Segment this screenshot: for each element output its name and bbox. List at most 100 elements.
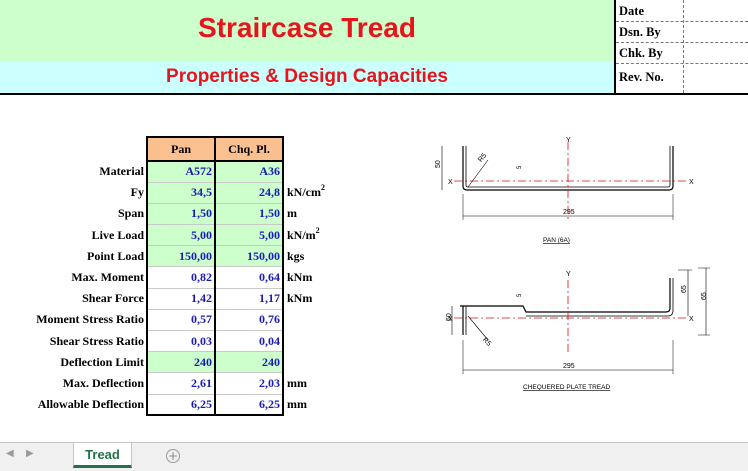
pan-height-dimension: 50 [435, 160, 442, 168]
next-sheet-icon[interactable]: ▶ [26, 448, 40, 459]
unit-cell [283, 331, 327, 352]
unit-text: kNm [287, 291, 313, 306]
plate-caption: CHEQUERED PLATE TREAD [523, 384, 610, 391]
pan-value-cell[interactable]: 150,00 [146, 245, 216, 268]
table-row: Material A572 A36 [20, 161, 327, 183]
date-label: Date [619, 4, 644, 18]
table-header-row: Pan Chq. Pl. [20, 136, 327, 162]
table-row: Fy 34,5 24,8 kN/cm2 [20, 182, 327, 204]
unit-cell: kN/m2 [283, 225, 327, 246]
unit-text: kN/cm [287, 185, 321, 200]
table-row: Shear Force 1,42 1,17 kNm [20, 288, 327, 310]
unit-text: kNm [287, 270, 313, 285]
pan-value-cell[interactable]: 34,5 [146, 182, 216, 204]
svg-text:5: 5 [517, 165, 523, 169]
table-row: Moment Stress Ratio 0,57 0,76 [20, 309, 327, 332]
sheet-tab-tread[interactable]: Tread [73, 443, 132, 468]
table-row: Point Load 150,00 150,00 kgs [20, 245, 327, 268]
table-row: Live Load 5,00 5,00 kN/m2 [20, 224, 327, 247]
table-row: Deflection Limit 240 240 [20, 351, 327, 374]
table-row: Allowable Deflection 6,25 6,25 mm [20, 394, 327, 417]
unit-text: m [287, 206, 297, 221]
chequered-plate-value-cell[interactable]: 5,00 [214, 224, 284, 247]
chequered-plate-value-cell[interactable]: 2,03 [214, 372, 284, 395]
chequered-plate-value-cell[interactable]: A36 [214, 161, 284, 183]
chequered-plate-value-cell[interactable]: 1,50 [214, 203, 284, 226]
table-row: Max. Moment 0,82 0,64 kNm [20, 266, 327, 289]
unit-exponent: 2 [321, 183, 325, 193]
pan-profile [462, 146, 674, 191]
plate-profile [460, 278, 671, 335]
pan-value-cell[interactable]: 0,03 [146, 330, 216, 353]
table-row: Shear Stress Ratio 0,03 0,04 [20, 330, 327, 353]
chequered-plate-value-cell[interactable]: 0,76 [214, 309, 284, 332]
chequered-plate-value-cell[interactable]: 24,8 [214, 182, 284, 204]
header-spacer [283, 137, 327, 161]
info-column-divider [683, 0, 684, 93]
header-divider [614, 0, 616, 94]
table-row: Span 1,50 1,50 m [20, 203, 327, 226]
pan-value-cell[interactable]: 0,82 [146, 266, 216, 289]
properties-body: Material A572 A36 Fy 34,5 24,8 kN/cm2 Span 1,50 1… [20, 161, 327, 417]
pan-value-cell[interactable]: 0,57 [146, 309, 216, 332]
plate-radius-label: R5 [481, 336, 492, 347]
pan-value-cell[interactable]: 1,42 [146, 288, 216, 310]
unit-cell: m [283, 203, 327, 224]
pan-caption: PAN (6A) [543, 237, 570, 244]
chequered-plate-value-cell[interactable]: 6,25 [214, 394, 284, 417]
previous-sheet-icon[interactable]: ◀ [6, 448, 20, 459]
pan-value-cell[interactable]: 2,61 [146, 372, 216, 395]
pan-value-cell[interactable]: 5,00 [146, 224, 216, 247]
unit-cell [283, 352, 327, 373]
unit-cell [283, 161, 327, 182]
row-label: Shear Force [82, 291, 144, 306]
unit-cell: kNm [283, 267, 327, 288]
info-row-divider [616, 63, 748, 64]
sheet-title: Straircase Tread [198, 12, 416, 43]
unit-cell: kgs [283, 246, 327, 267]
chequered-plate-value-cell[interactable]: 150,00 [214, 245, 284, 268]
unit-cell: kN/cm2 [283, 182, 327, 203]
pan-value-cell[interactable]: 240 [146, 351, 216, 374]
unit-text: kN/m [287, 227, 316, 242]
chequered-plate-value-cell[interactable]: 0,64 [214, 266, 284, 289]
plate-axis-x-right: X [689, 316, 694, 323]
pan-value-cell[interactable]: A572 [146, 161, 216, 183]
row-label: Max. Moment [71, 270, 144, 285]
unit-text: mm [287, 397, 307, 412]
row-label: Moment Stress Ratio [36, 312, 144, 327]
unit-cell: kNm [283, 288, 327, 309]
chequered-plate-value-cell[interactable]: 240 [214, 351, 284, 374]
unit-text: mm [287, 375, 307, 390]
pan-axis-x-left: X [448, 179, 453, 186]
row-label: Max. Deflection [62, 375, 144, 390]
unit-text: kgs [287, 248, 305, 263]
add-sheet-icon[interactable]: + [166, 449, 180, 463]
header-bottom-border [0, 93, 748, 95]
revision-number-label: Rev. No. [619, 70, 664, 84]
plate-height-dimension-right: 65 [681, 285, 688, 293]
pan-value-cell[interactable]: 6,25 [146, 394, 216, 417]
svg-text:5: 5 [517, 293, 523, 297]
plate-width-dimension: 295 [563, 363, 575, 370]
column-header-chequered-plate: Chq. Pl. [214, 136, 284, 162]
row-label: Point Load [86, 248, 144, 263]
pan-axis-x-right: X [689, 179, 694, 186]
plate-height-dimension-total: 65 [701, 292, 708, 300]
plate-height-dimension-left: 50 [446, 313, 453, 321]
chequered-plate-value-cell[interactable]: 0,04 [214, 330, 284, 353]
chequered-plate-value-cell[interactable]: 1,17 [214, 288, 284, 310]
plate-axis-y-top: Y [566, 271, 571, 278]
row-label: Material [99, 164, 144, 179]
section-drawings: X X Y R5 50 295 PAN (6A) 5 X X Y R5 50 6… [435, 137, 710, 391]
unit-cell: mm [283, 394, 327, 415]
pan-value-cell[interactable]: 1,50 [146, 203, 216, 226]
row-label: Allowable Deflection [37, 397, 144, 412]
sheet-subtitle: Properties & Design Capacities [166, 66, 448, 87]
row-label: Shear Stress Ratio [49, 333, 144, 348]
row-label: Fy [130, 185, 144, 200]
row-label: Deflection Limit [60, 354, 144, 369]
row-label: Live Load [91, 227, 144, 242]
properties-table: Pan Chq. Pl. Material A572 A36 Fy 34,5 24,8 kN… [20, 136, 327, 417]
designed-by-label: Dsn. By [619, 25, 661, 39]
